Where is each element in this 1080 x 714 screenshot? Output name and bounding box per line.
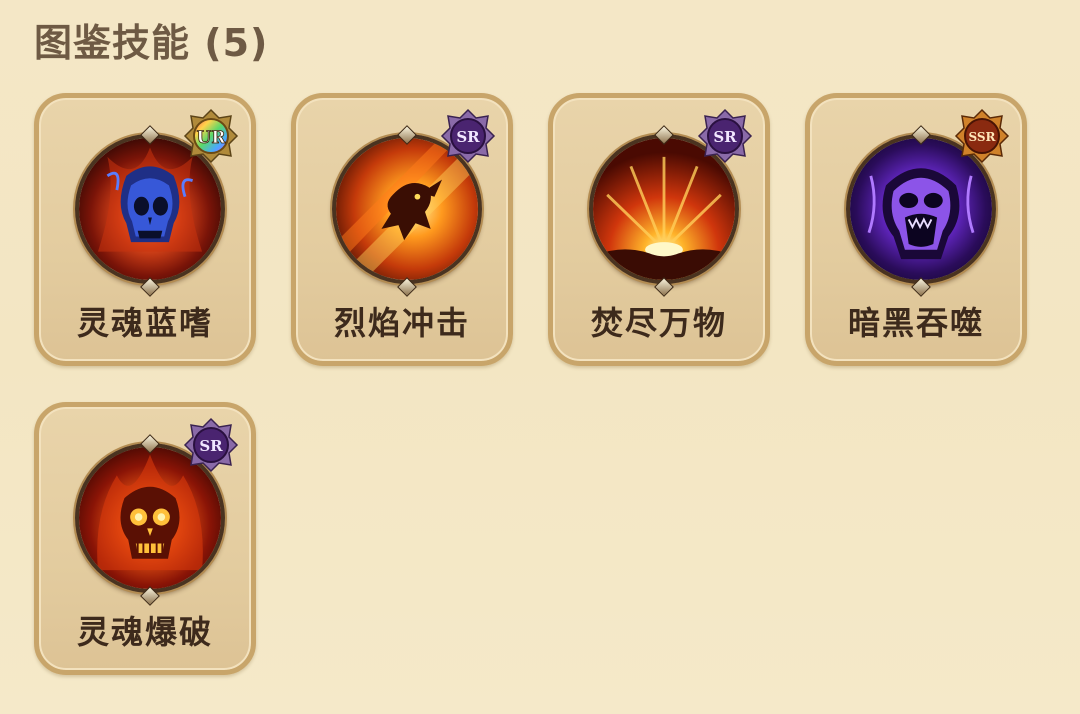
skill-name: 暗黑吞噬 [847, 304, 984, 342]
rarity-badge-icon: SSR [954, 108, 1010, 164]
rarity-label: SR [456, 128, 480, 146]
rarity-badge-icon: SR [440, 108, 496, 164]
skill-card-5[interactable]: SR 灵魂爆破 [34, 402, 256, 675]
rarity-badge-icon: UR [183, 108, 239, 164]
rarity-label: SR [713, 128, 737, 146]
skill-name: 灵魂爆破 [76, 613, 213, 651]
skill-card-3[interactable]: SR 焚尽万物 [548, 93, 770, 366]
skill-name: 烈焰冲击 [333, 304, 470, 342]
skill-name: 焚尽万物 [590, 304, 727, 342]
skill-name: 灵魂蓝嗜 [76, 304, 213, 342]
page-title: 图鉴技能 (5) [34, 21, 269, 65]
skill-card-4[interactable]: SSR 暗黑吞噬 [805, 93, 1027, 366]
rarity-badge-icon: SR [183, 417, 239, 473]
skill-card-2[interactable]: SR 烈焰冲击 [291, 93, 513, 366]
rarity-label: UR [197, 128, 227, 148]
rarity-label: SR [199, 437, 223, 455]
rarity-badge-icon: SR [697, 108, 753, 164]
rarity-label: SSR [968, 130, 996, 144]
skill-card-1[interactable]: UR 灵魂蓝嗜 [34, 93, 256, 366]
